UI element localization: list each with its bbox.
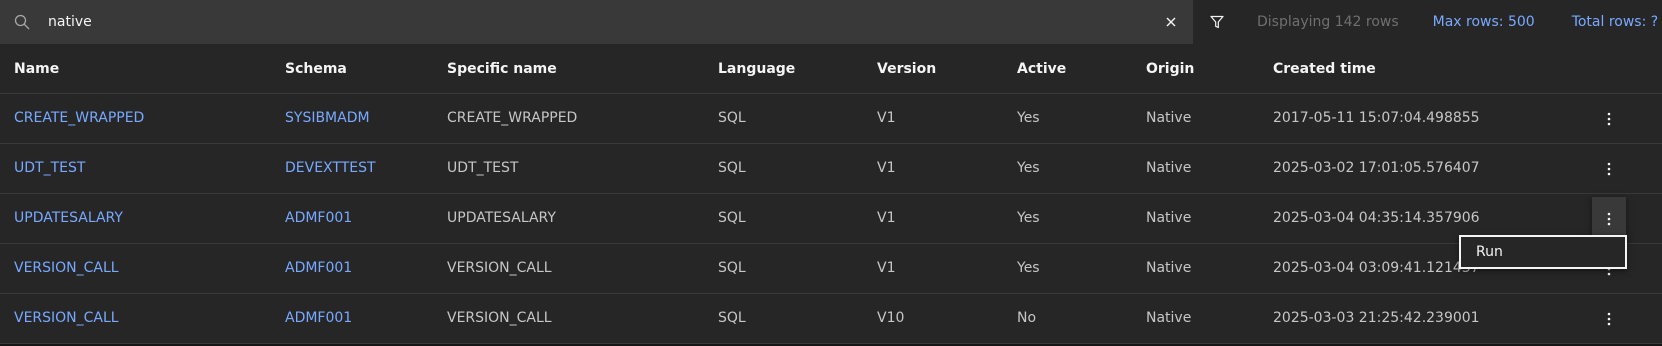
active-cell: Yes <box>1017 110 1040 126</box>
language-cell: SQL <box>718 110 746 126</box>
created-time-cell: 2025-03-03 21:25:42.239001 <box>1273 310 1480 326</box>
toolbar-actions: Displaying 142 rows Max rows: 500 Total … <box>1193 0 1662 44</box>
table-row: VERSION_CALL ADMF001 VERSION_CALL SQL V1… <box>0 294 1662 344</box>
row-count-label: Displaying 142 rows <box>1257 14 1399 30</box>
overflow-menu-vertical-icon <box>1607 212 1611 226</box>
version-cell: V1 <box>877 160 896 176</box>
overflow-menu-vertical-icon <box>1607 162 1611 175</box>
specific-name-cell: VERSION_CALL <box>447 260 552 276</box>
created-time-cell: 2025-03-02 17:01:05.576407 <box>1273 160 1480 176</box>
schema-link[interactable]: SYSIBMADM <box>285 94 370 143</box>
schema-link[interactable]: ADMF001 <box>285 244 352 293</box>
overflow-menu-button[interactable] <box>1592 144 1626 193</box>
search-input[interactable] <box>44 0 1149 44</box>
search-box <box>0 0 1193 44</box>
max-rows-link[interactable]: Max rows: 500 <box>1433 14 1535 30</box>
origin-cell: Native <box>1146 110 1192 126</box>
data-table: Name Schema Specific name Language Versi… <box>0 44 1662 344</box>
schema-link[interactable]: ADMF001 <box>285 194 352 243</box>
created-time-cell: 2025-03-04 04:35:14.357906 <box>1273 210 1480 226</box>
column-header-created-time[interactable]: Created time <box>1273 44 1376 94</box>
routine-name-link[interactable]: UPDATESALARY <box>14 194 123 243</box>
specific-name-cell: UDT_TEST <box>447 160 519 176</box>
origin-cell: Native <box>1146 210 1192 226</box>
column-header-active[interactable]: Active <box>1017 44 1066 94</box>
table-row: VERSION_CALL ADMF001 VERSION_CALL SQL V1… <box>0 244 1662 294</box>
language-cell: SQL <box>718 160 746 176</box>
active-cell: Yes <box>1017 160 1040 176</box>
column-header-version[interactable]: Version <box>877 44 936 94</box>
schema-link[interactable]: ADMF001 <box>285 294 352 343</box>
specific-name-cell: UPDATESALARY <box>447 210 556 226</box>
table-row: UPDATESALARY ADMF001 UPDATESALARY SQL V1… <box>0 194 1662 244</box>
overflow-menu-vertical-icon <box>1607 112 1611 125</box>
version-cell: V1 <box>877 210 896 226</box>
filter-icon[interactable] <box>1193 0 1241 44</box>
column-header-schema[interactable]: Schema <box>285 44 347 94</box>
version-cell: V1 <box>877 260 896 276</box>
table-row: CREATE_WRAPPED SYSIBMADM CREATE_WRAPPED … <box>0 94 1662 144</box>
language-cell: SQL <box>718 260 746 276</box>
column-header-specific-name[interactable]: Specific name <box>447 44 557 94</box>
routine-name-link[interactable]: CREATE_WRAPPED <box>14 94 144 143</box>
overflow-menu-button[interactable] <box>1592 294 1626 343</box>
total-rows-link[interactable]: Total rows: ? <box>1572 14 1659 30</box>
column-header-language[interactable]: Language <box>718 44 795 94</box>
routine-name-link[interactable]: VERSION_CALL <box>14 294 119 343</box>
search-icon <box>0 0 44 44</box>
menu-item-run[interactable]: Run <box>1461 237 1625 267</box>
schema-link[interactable]: DEVEXTTEST <box>285 144 376 193</box>
table-header: Name Schema Specific name Language Versi… <box>0 44 1662 94</box>
version-cell: V1 <box>877 110 896 126</box>
origin-cell: Native <box>1146 310 1192 326</box>
close-icon[interactable] <box>1149 0 1193 44</box>
routine-name-link[interactable]: UDT_TEST <box>14 144 85 193</box>
language-cell: SQL <box>718 310 746 326</box>
row-overflow-menu: Run <box>1459 235 1627 269</box>
routine-name-link[interactable]: VERSION_CALL <box>14 244 119 293</box>
active-cell: Yes <box>1017 260 1040 276</box>
created-time-cell: 2025-03-04 03:09:41.121437 <box>1273 260 1480 276</box>
active-cell: No <box>1017 310 1037 326</box>
created-time-cell: 2017-05-11 15:07:04.498855 <box>1273 110 1480 126</box>
active-cell: Yes <box>1017 210 1040 226</box>
specific-name-cell: CREATE_WRAPPED <box>447 110 578 126</box>
origin-cell: Native <box>1146 160 1192 176</box>
column-header-name[interactable]: Name <box>14 44 59 94</box>
table-row: UDT_TEST DEVEXTTEST UDT_TEST SQL V1 Yes … <box>0 144 1662 194</box>
language-cell: SQL <box>718 210 746 226</box>
version-cell: V10 <box>877 310 905 326</box>
overflow-menu-button[interactable] <box>1592 94 1626 143</box>
specific-name-cell: VERSION_CALL <box>447 310 552 326</box>
column-header-origin[interactable]: Origin <box>1146 44 1194 94</box>
overflow-menu-vertical-icon <box>1607 312 1611 325</box>
table-toolbar: Displaying 142 rows Max rows: 500 Total … <box>0 0 1662 44</box>
origin-cell: Native <box>1146 260 1192 276</box>
